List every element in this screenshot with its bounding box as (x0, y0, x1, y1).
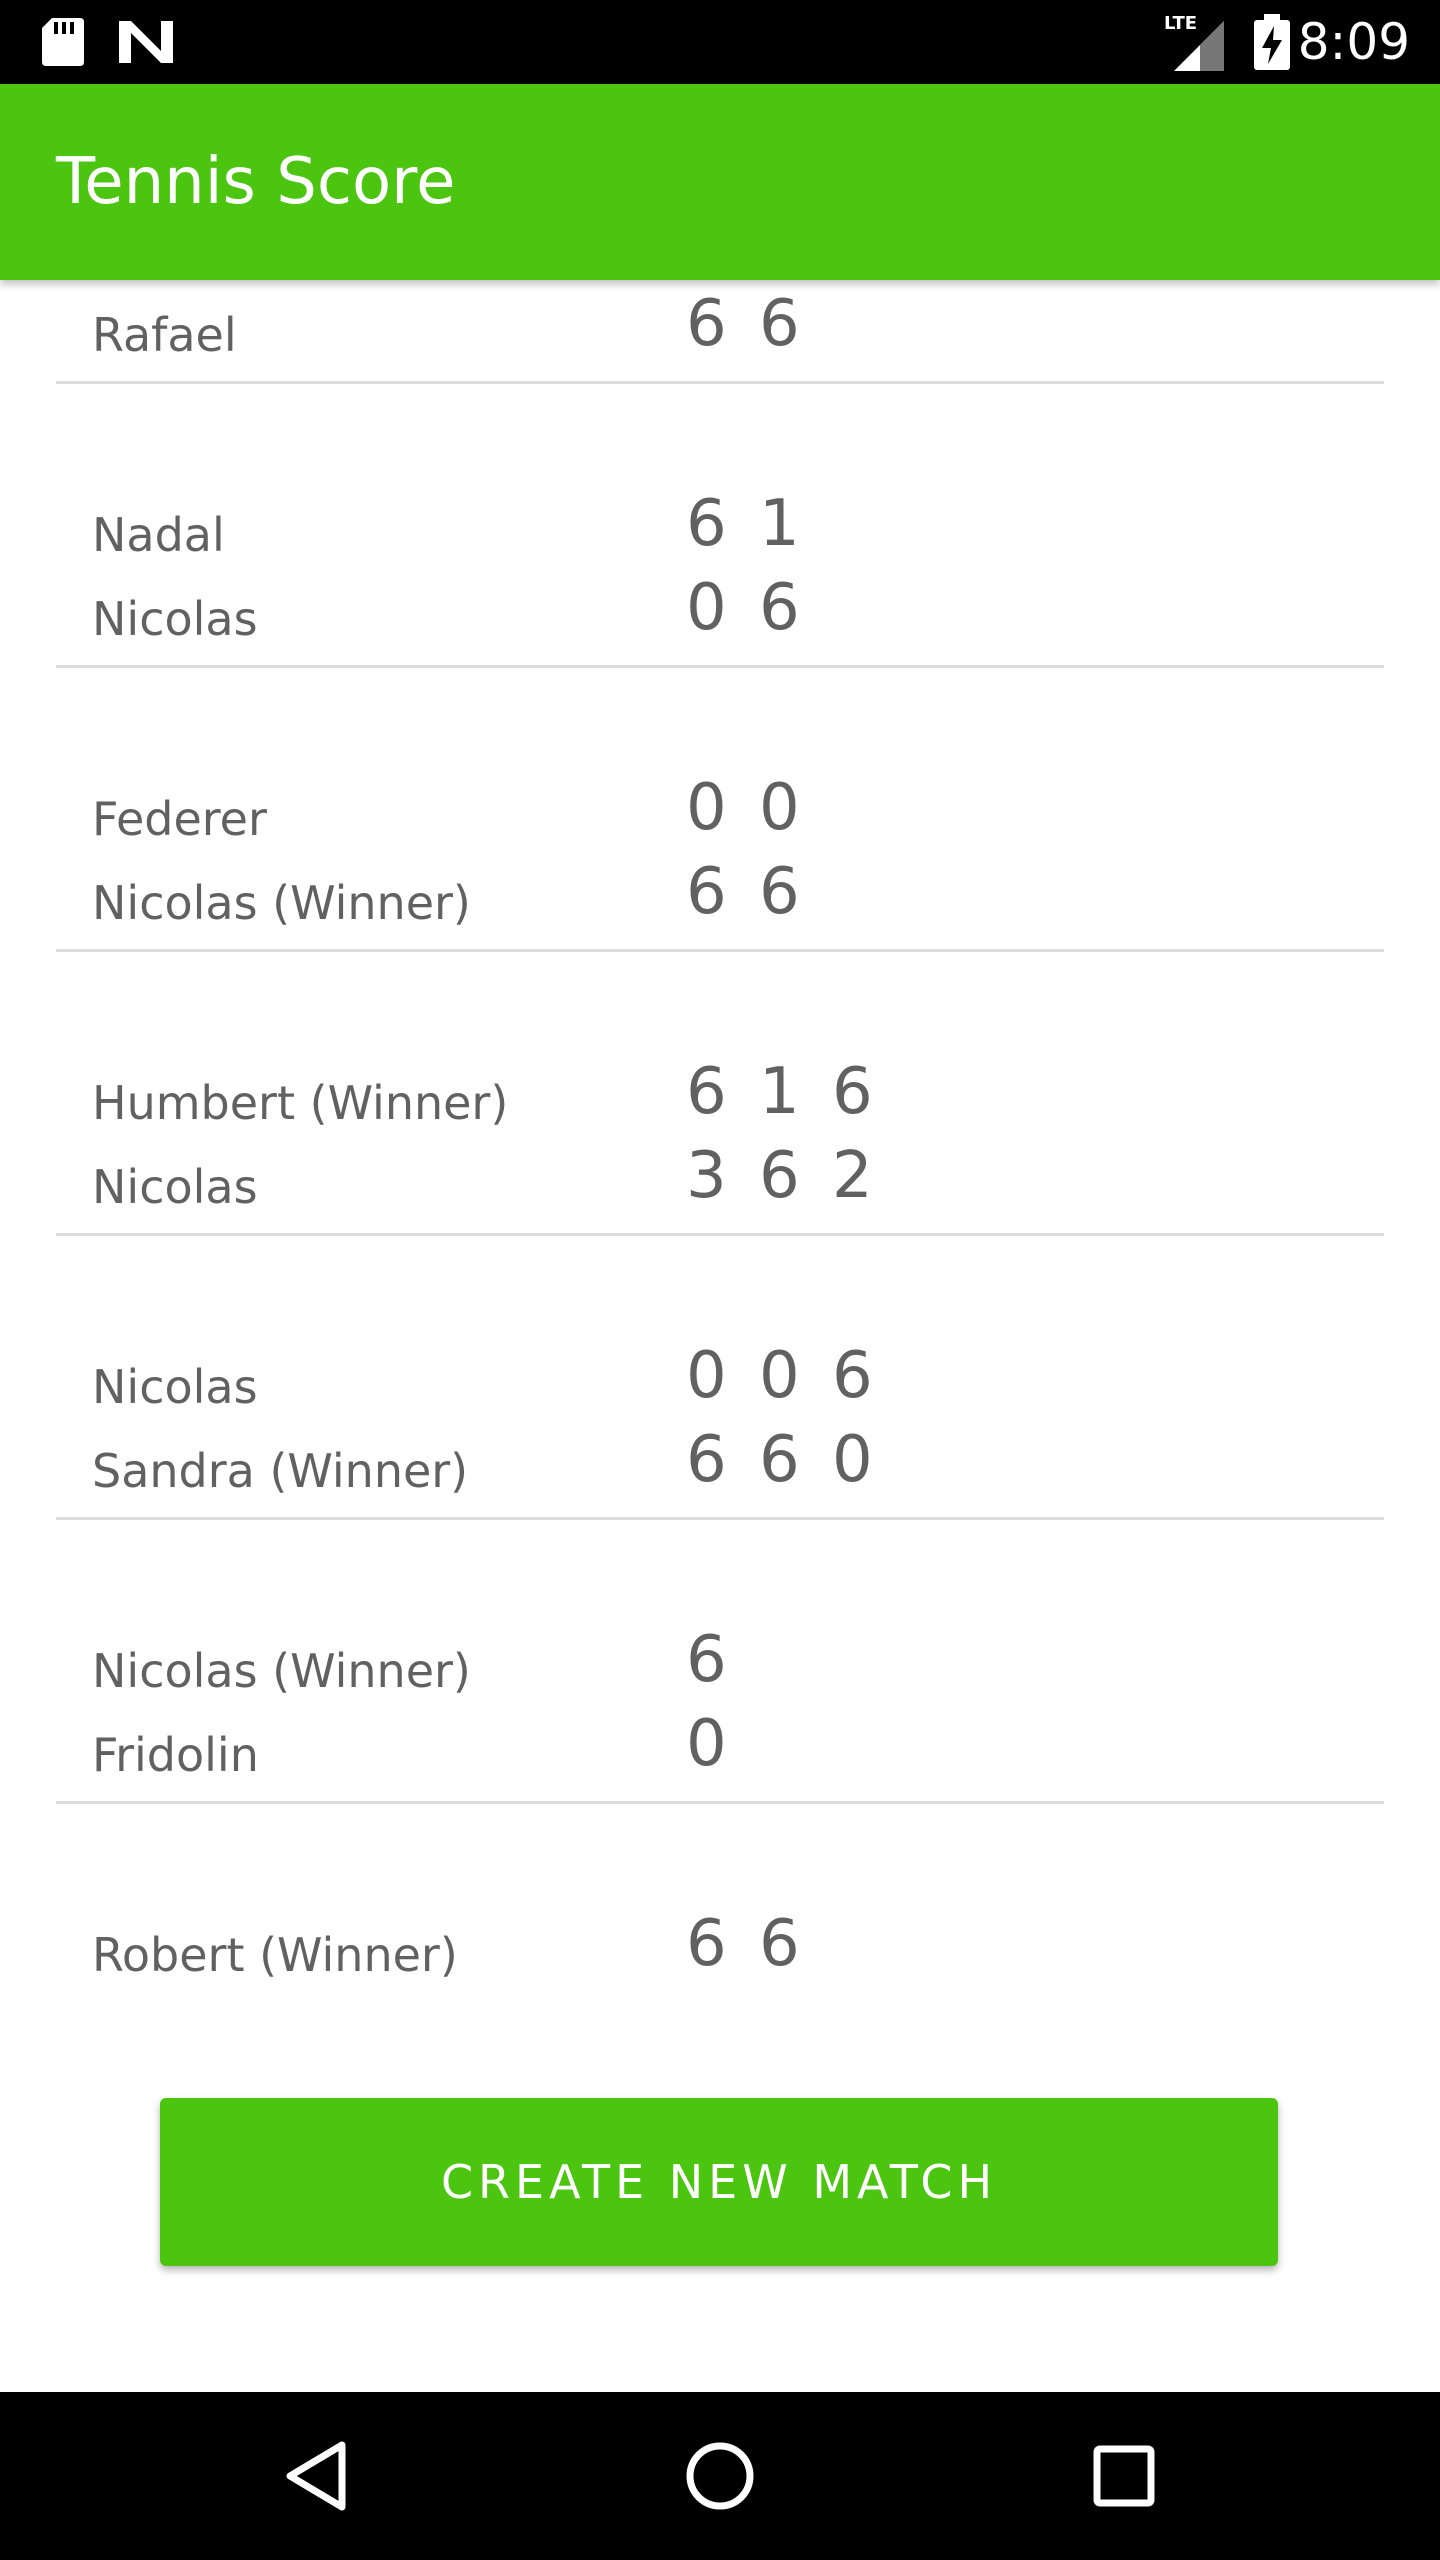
create-new-match-button[interactable]: CREATE NEW MATCH (160, 2098, 1278, 2266)
set-score: 0 (686, 571, 727, 645)
set-score: 1 (759, 1055, 800, 1129)
player1-set-scores: 6 (686, 1620, 759, 1700)
set-score: 2 (832, 1139, 873, 1213)
app-title: Tennis Score (56, 145, 456, 219)
player1-name: Nadal (92, 508, 225, 562)
sd-card-icon (40, 0, 86, 84)
set-score: 0 (759, 1339, 800, 1413)
player1-name: Federer (92, 792, 267, 846)
clock: 8:09 (1297, 13, 1410, 71)
set-score: 6 (686, 855, 727, 929)
match-list-content: RogerRafael1766NadalNicolas6106FedererNi… (0, 280, 1440, 2040)
signal-icon: LTE (1164, 0, 1224, 84)
set-score: 0 (686, 771, 727, 845)
set-score: 6 (686, 1623, 727, 1697)
player2-name: Fridolin (92, 1728, 259, 1782)
set-score: 0 (686, 1339, 727, 1413)
player1-set-scores: 66 (686, 1904, 832, 1984)
match-card[interactable]: RogerRafael1766 (0, 280, 1440, 384)
set-score: 6 (832, 1339, 873, 1413)
player1-set-scores: 61 (686, 484, 832, 564)
match-card[interactable]: Robert (Winner) 6 6 (0, 1804, 1440, 2040)
battery-charging-icon (1252, 0, 1292, 84)
player2-name: Nicolas (Winner) (92, 876, 471, 930)
player1-set-scores: 00 (686, 768, 832, 848)
set-score: 6 (759, 1907, 800, 1981)
set-score: 6 (759, 1139, 800, 1213)
set-score: 0 (759, 771, 800, 845)
player2-set-scores: 66 (686, 852, 832, 932)
app-bar: Tennis Score (0, 84, 1440, 280)
set-score: 6 (686, 487, 727, 561)
set-score: 6 (686, 1055, 727, 1129)
set-score: 6 (686, 1907, 727, 1981)
player2-set-scores: 0 (686, 1704, 759, 1784)
n-logo-icon (118, 0, 174, 84)
set-score: 3 (686, 1139, 727, 1213)
player2-set-scores: 66 (686, 284, 832, 364)
home-icon[interactable] (650, 2392, 790, 2560)
set-score: 0 (686, 1707, 727, 1781)
navigation-bar (0, 2392, 1440, 2560)
player2-name: Nicolas (92, 592, 258, 646)
match-card[interactable]: Nicolas (Winner) Fridolin 6 0 (0, 1520, 1440, 1804)
player2-set-scores: 06 (686, 568, 832, 648)
player1-name: Nicolas (Winner) (92, 1644, 471, 1698)
create-new-match-label: CREATE NEW MATCH (440, 2155, 998, 2209)
set-score: 6 (759, 571, 800, 645)
player2-name: Sandra (Winner) (92, 1444, 469, 1498)
player2-name: Rafael (92, 308, 237, 362)
set-score: 1 (759, 487, 800, 561)
player1-name: Humbert (Winner) (92, 1076, 509, 1130)
player2-set-scores: 660 (686, 1420, 905, 1500)
set-score: 6 (832, 1055, 873, 1129)
recents-icon[interactable] (1054, 2392, 1194, 2560)
match-card[interactable]: Nadal Nicolas 6 1 0 6 (0, 384, 1440, 668)
match-card[interactable]: Humbert (Winner) Nicolas 6 1 6 3 6 2 (0, 952, 1440, 1236)
match-card[interactable]: Federer Nicolas (Winner) 0 0 6 6 (0, 668, 1440, 952)
player1-set-scores: 006 (686, 1336, 905, 1416)
match-list[interactable]: RogerRafael1766NadalNicolas6106FedererNi… (0, 280, 1440, 2040)
set-score: 6 (686, 1423, 727, 1497)
lte-label: LTE (1164, 13, 1197, 34)
player2-name: Nicolas (92, 1160, 258, 1214)
player1-name: Nicolas (92, 1360, 258, 1414)
status-bar: LTE 8:09 (0, 0, 1440, 84)
set-score: 0 (832, 1423, 873, 1497)
set-score: 6 (759, 1423, 800, 1497)
match-card[interactable]: Nicolas Sandra (Winner) 0 0 6 6 6 0 (0, 1236, 1440, 1520)
player1-name: Robert (Winner) (92, 1928, 458, 1982)
back-icon[interactable] (246, 2392, 386, 2560)
set-score: 6 (686, 287, 727, 361)
set-score: 6 (759, 855, 800, 929)
set-score: 6 (759, 287, 800, 361)
player1-set-scores: 616 (686, 1052, 905, 1132)
player2-set-scores: 362 (686, 1136, 905, 1216)
